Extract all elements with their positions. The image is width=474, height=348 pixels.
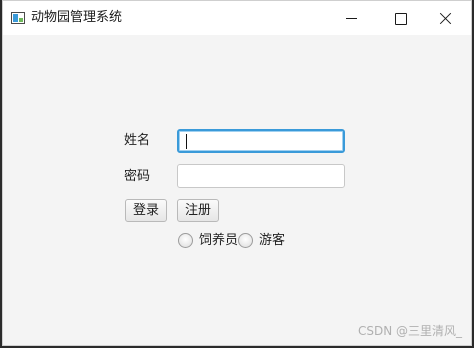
password-label: 密码 xyxy=(124,169,151,184)
window-title: 动物园管理系统 xyxy=(31,10,123,25)
title-bar[interactable]: 动物园管理系统 xyxy=(3,1,471,35)
app-icon xyxy=(11,12,25,24)
radio-visitor-label[interactable]: 游客 xyxy=(259,233,285,249)
text-caret xyxy=(186,134,187,149)
password-input[interactable] xyxy=(177,164,345,188)
radio-keeper-label[interactable]: 饲养员 xyxy=(199,233,238,249)
minimize-button[interactable] xyxy=(329,1,375,35)
name-input[interactable] xyxy=(177,129,345,153)
minimize-icon xyxy=(346,18,357,19)
login-button[interactable]: 登录 xyxy=(125,199,167,222)
register-button[interactable]: 注册 xyxy=(177,199,219,222)
name-label: 姓名 xyxy=(124,133,151,148)
watermark: CSDN @三里清风_ xyxy=(357,324,462,338)
close-button[interactable] xyxy=(423,1,469,35)
maximize-button[interactable] xyxy=(377,1,423,35)
close-icon xyxy=(439,12,452,25)
radio-visitor[interactable] xyxy=(238,233,253,248)
radio-keeper[interactable] xyxy=(178,233,193,248)
maximize-icon xyxy=(395,13,407,25)
